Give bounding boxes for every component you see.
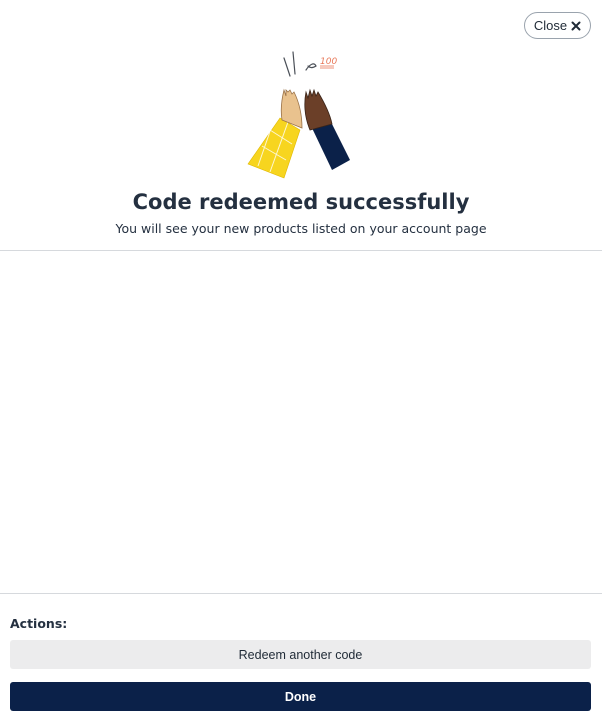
close-button[interactable]: Close	[524, 12, 591, 39]
close-label: Close	[533, 18, 568, 33]
redeem-success-modal: Close 100 Code redeemed successfully You…	[0, 0, 602, 724]
success-title: Code redeemed successfully	[132, 190, 470, 214]
close-icon	[571, 21, 581, 31]
actions-heading: Actions:	[10, 616, 68, 631]
high-five-illustration: 100	[240, 46, 362, 180]
done-label: Done	[284, 689, 317, 704]
hundred-badge: 100	[320, 57, 337, 67]
done-button[interactable]: Done	[10, 682, 591, 711]
dark-hand	[304, 88, 333, 131]
redeem-another-code-button[interactable]: Redeem another code	[10, 640, 591, 669]
motion-lines-icon	[283, 51, 317, 77]
header-divider	[0, 250, 602, 251]
footer-divider	[0, 593, 602, 594]
yellow-sleeve-arm	[247, 117, 301, 179]
redeem-another-code-label: Redeem another code	[238, 647, 363, 662]
success-subtitle: You will see your new products listed on…	[115, 221, 487, 236]
